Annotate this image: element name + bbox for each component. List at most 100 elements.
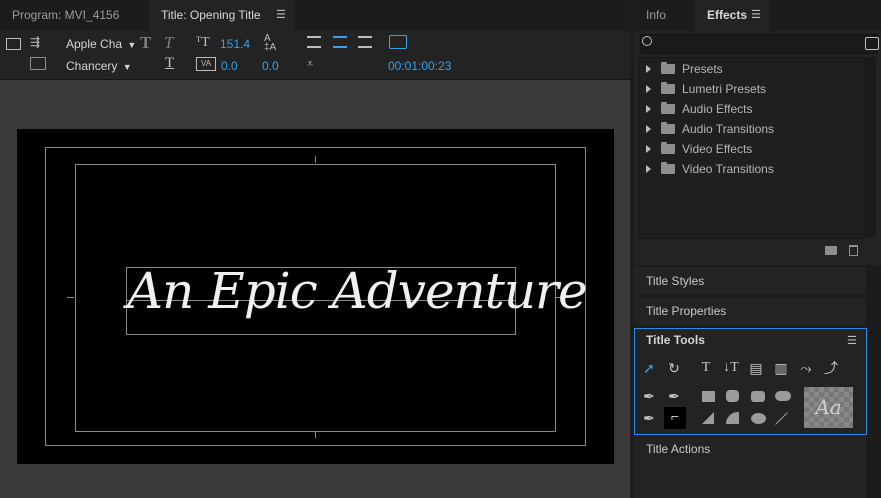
effects-search-input[interactable]: [640, 34, 879, 54]
kerning-icon: VA: [196, 57, 216, 71]
list-item[interactable]: Lumetri Presets: [640, 79, 864, 99]
menu-icon[interactable]: ☰: [276, 0, 286, 31]
left-tab-bar: Program: MVI_4156 Title: Opening Title ☰: [0, 0, 630, 32]
template-icon[interactable]: [30, 57, 46, 70]
font-style-value: Chancery: [66, 59, 118, 73]
align-right-icon[interactable]: [358, 36, 372, 48]
tab-info[interactable]: Info: [634, 0, 694, 31]
arc-tool-icon[interactable]: [726, 412, 739, 424]
tab-program[interactable]: Program: MVI_4156: [0, 0, 148, 31]
list-item[interactable]: Audio Effects: [640, 99, 864, 119]
show-video-icon[interactable]: [389, 35, 407, 49]
expand-icon[interactable]: [646, 85, 651, 93]
clipped-rectangle-tool-icon[interactable]: [726, 390, 739, 402]
path-type-tool-icon[interactable]: ⤳: [796, 359, 816, 377]
style-preview[interactable]: Aa: [804, 387, 853, 428]
line-tool-icon[interactable]: [775, 412, 788, 425]
font-style-dropdown[interactable]: Chancery ▼: [66, 59, 132, 73]
folder-icon: [661, 142, 675, 154]
align-left-icon[interactable]: [307, 36, 321, 48]
list-item[interactable]: Audio Transitions: [640, 119, 864, 139]
expand-icon[interactable]: [646, 105, 651, 113]
title-text[interactable]: An Epic Adventure: [127, 262, 588, 320]
new-title-icon[interactable]: [6, 38, 21, 50]
roll-crawl-icon[interactable]: ⇶: [30, 35, 40, 49]
chevron-down-icon: ▼: [122, 62, 132, 72]
expand-icon[interactable]: [646, 65, 651, 73]
wedge-tool-icon[interactable]: [702, 412, 714, 424]
convert-anchor-tool-icon[interactable]: ⌐: [664, 407, 686, 429]
rectangle-tool-icon[interactable]: [702, 391, 715, 402]
center-mark-left: [67, 297, 74, 298]
font-family-value: Apple Cha: [66, 37, 123, 51]
effects-item-label: Lumetri Presets: [682, 82, 767, 96]
list-item[interactable]: Video Transitions: [640, 159, 864, 179]
video-frame[interactable]: An Epic Adventure: [17, 129, 614, 464]
folder-icon[interactable]: [825, 246, 837, 255]
list-item[interactable]: Video Effects: [640, 139, 864, 159]
selection-tool-icon[interactable]: ➚: [639, 359, 659, 377]
title-actions-panel: [634, 463, 866, 498]
tab-title[interactable]: Title: Opening Title ☰: [149, 0, 295, 31]
bold-icon[interactable]: T: [140, 33, 151, 53]
folder-icon: [661, 162, 675, 174]
vertical-area-type-tool-icon[interactable]: ▥: [771, 359, 791, 377]
tab-effects-label: Effects: [707, 8, 748, 22]
expand-icon[interactable]: [646, 165, 651, 173]
title-properties-header[interactable]: Title Properties: [634, 297, 866, 325]
delete-anchor-tool-icon[interactable]: ✒: [664, 387, 684, 405]
menu-icon[interactable]: ☰: [847, 334, 857, 347]
ellipse-tool-icon[interactable]: [751, 413, 766, 424]
timecode[interactable]: 00:01:00:23: [388, 59, 451, 73]
font-size-icon: ᵀT: [196, 35, 210, 50]
tracking-value[interactable]: 0.0: [262, 59, 279, 73]
effects-item-label: Audio Effects: [682, 102, 753, 116]
section-title: Title Styles: [646, 274, 705, 288]
chevron-down-icon: ▼: [127, 40, 137, 50]
font-size-value[interactable]: 151.4: [220, 37, 250, 51]
text-bounding-box[interactable]: An Epic Adventure: [126, 262, 588, 335]
expand-icon[interactable]: [646, 145, 651, 153]
list-item[interactable]: Presets: [640, 59, 864, 79]
effects-item-label: Video Transitions: [682, 162, 774, 176]
area-type-tool-icon[interactable]: ▤: [746, 359, 766, 377]
center-mark-top: [315, 156, 316, 163]
leading-icon: A ‡A: [264, 33, 277, 53]
kerning-value[interactable]: 0.0: [221, 59, 238, 73]
preset-folder-icon: [661, 82, 675, 94]
title-toolbar: ⇶ Apple Cha ▼ Chancery ▼ T T T ᵀT 151.4 …: [0, 31, 630, 80]
effects-item-label: Presets: [682, 62, 723, 76]
title-actions-header[interactable]: Title Actions: [634, 435, 866, 463]
new-bin-icon[interactable]: [865, 37, 879, 50]
underline-icon[interactable]: T: [165, 55, 174, 72]
rounded-rectangle-tool-icon[interactable]: [751, 391, 765, 402]
pen-tool-icon[interactable]: ✒: [639, 387, 659, 405]
preview-text: Aa: [815, 395, 842, 419]
rounded-corner-rectangle-tool-icon[interactable]: [775, 391, 791, 401]
effects-list: Presets Lumetri Presets Audio Effects Au…: [639, 57, 865, 239]
rotation-tool-icon[interactable]: ↻: [664, 359, 684, 377]
tab-stops-icon[interactable]: ⩡: [307, 58, 313, 71]
tab-title-label: Title: Opening Title: [161, 8, 261, 22]
preset-folder-icon: [661, 62, 675, 74]
font-family-dropdown[interactable]: Apple Cha ▼: [66, 37, 136, 51]
section-title: Title Properties: [646, 304, 727, 318]
effects-scrollbar[interactable]: [864, 57, 876, 237]
trash-icon[interactable]: [849, 245, 858, 256]
menu-icon[interactable]: ☰: [751, 0, 761, 31]
tab-info-label: Info: [646, 8, 667, 22]
align-center-icon[interactable]: [333, 36, 347, 48]
title-styles-header[interactable]: Title Styles: [634, 267, 866, 295]
effects-item-label: Video Effects: [682, 142, 753, 156]
vertical-path-type-tool-icon[interactable]: ⤴: [821, 359, 841, 377]
add-anchor-tool-icon[interactable]: ✒: [639, 409, 659, 427]
tab-effects[interactable]: Effects ☰: [695, 0, 769, 31]
effects-item-label: Audio Transitions: [682, 122, 775, 136]
tab-program-label: Program: MVI_4156: [12, 8, 120, 22]
folder-icon: [661, 102, 675, 114]
search-icon: [642, 36, 652, 46]
type-tool-icon[interactable]: T: [696, 359, 716, 377]
expand-icon[interactable]: [646, 125, 651, 133]
vertical-type-tool-icon[interactable]: ↓T: [721, 359, 741, 377]
italic-icon[interactable]: T: [164, 33, 173, 53]
